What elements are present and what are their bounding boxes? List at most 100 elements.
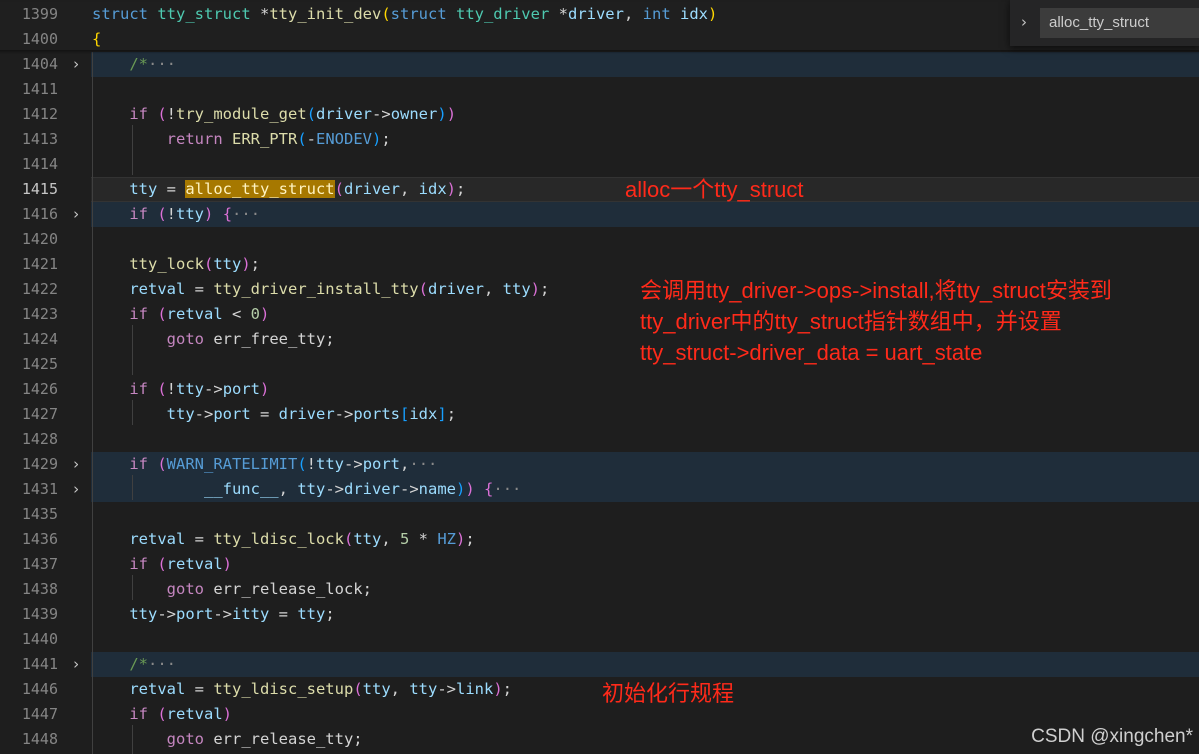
line-number: 1431 xyxy=(21,480,58,498)
fold-chevron-icon[interactable]: › xyxy=(66,652,86,677)
code-token: if xyxy=(92,705,158,723)
code-token: retval xyxy=(166,705,223,723)
line-number: 1438 xyxy=(21,580,58,598)
code-line[interactable]: 1431 › __func__, tty->driver->name)) {··· xyxy=(0,477,1199,502)
fold-chevron-icon[interactable]: › xyxy=(66,52,86,77)
code-line[interactable]: 1448 goto err_release_tty; xyxy=(0,727,1199,752)
code-text: if (!tty->port) xyxy=(92,377,269,402)
code-token: ) xyxy=(372,130,382,148)
code-token: ( xyxy=(343,530,354,548)
code-line[interactable]: 1420 xyxy=(0,227,1199,252)
code-token: , xyxy=(399,180,419,198)
code-line[interactable]: 1440 xyxy=(0,627,1199,652)
code-token: { xyxy=(222,205,233,223)
code-line[interactable]: 1414 xyxy=(0,152,1199,177)
code-token: ··· xyxy=(232,205,261,223)
line-number: 1416 xyxy=(21,205,58,223)
code-token: err_release_tty; xyxy=(213,730,363,748)
code-line[interactable]: 1426 if (!tty->port) xyxy=(0,377,1199,402)
code-token: tty xyxy=(409,680,438,698)
fold-chevron-icon[interactable]: › xyxy=(66,452,86,477)
code-line[interactable]: 1436 retval = tty_ldisc_lock(tty, 5 * HZ… xyxy=(0,527,1199,552)
line-background xyxy=(91,427,1199,452)
code-line[interactable]: 1447 if (retval) xyxy=(0,702,1199,727)
code-line[interactable]: 1428 xyxy=(0,427,1199,452)
code-token: ) xyxy=(222,705,233,723)
code-text: if (retval) xyxy=(92,552,232,577)
code-token: , xyxy=(381,530,400,548)
code-text: if (!try_module_get(driver->owner)) xyxy=(92,102,456,127)
code-token: ; xyxy=(325,605,335,623)
code-token: tty_lock xyxy=(92,255,204,273)
code-token: owner xyxy=(390,105,438,123)
code-token: struct xyxy=(390,5,456,23)
code-line[interactable]: 1438 goto err_release_lock; xyxy=(0,577,1199,602)
code-line[interactable]: 1446 retval = tty_ldisc_setup(tty, tty->… xyxy=(0,677,1199,702)
code-line[interactable]: 1416 › if (!tty) {··· xyxy=(0,202,1199,227)
code-token: tty xyxy=(297,605,326,623)
code-editor[interactable]: 1399 struct tty_struct *tty_init_dev(stru… xyxy=(0,0,1199,754)
code-line[interactable]: 1421 tty_lock(tty); xyxy=(0,252,1199,277)
code-text: tty = alloc_tty_struct(driver, idx); xyxy=(92,177,465,202)
line-background xyxy=(91,652,1199,677)
code-token: -> xyxy=(372,105,391,123)
code-token: ) xyxy=(222,555,233,573)
annotation-alloc: alloc一个tty_struct xyxy=(625,177,804,202)
code-token: ! xyxy=(166,380,177,398)
code-token: ) xyxy=(446,105,457,123)
line-number: 1414 xyxy=(21,155,58,173)
code-text: goto err_release_lock; xyxy=(92,577,372,602)
code-token: link xyxy=(456,680,494,698)
find-widget: › alloc_tty_struct xyxy=(1010,0,1199,46)
code-token: itty xyxy=(232,605,270,623)
code-token: 0 xyxy=(250,305,261,323)
code-line[interactable]: 1404 › /*··· xyxy=(0,52,1199,77)
code-token: -> xyxy=(437,680,456,698)
code-token: ( xyxy=(157,205,167,223)
line-number: 1422 xyxy=(21,280,58,298)
code-token: -> xyxy=(399,480,419,498)
code-token: retval xyxy=(92,680,186,698)
code-line[interactable]: 1429 › if (WARN_RATELIMIT(!tty->port,··· xyxy=(0,452,1199,477)
code-token: { xyxy=(484,480,494,498)
code-line[interactable]: 1439 tty->port->itty = tty; xyxy=(0,602,1199,627)
code-line[interactable]: 1413 return ERR_PTR(-ENODEV); xyxy=(0,127,1199,152)
code-token: ! xyxy=(166,205,177,223)
code-token: goto xyxy=(92,330,214,348)
code-token: ( xyxy=(297,455,307,473)
line-number: 1400 xyxy=(21,30,58,48)
code-token: ( xyxy=(381,5,391,23)
line-background xyxy=(91,502,1199,527)
code-token: tty xyxy=(316,455,345,473)
code-line[interactable]: 1441 › /*··· xyxy=(0,652,1199,677)
fold-chevron-icon[interactable]: › xyxy=(66,202,86,227)
code-token: driver xyxy=(278,405,335,423)
code-token: ) xyxy=(456,530,466,548)
code-token: ··· xyxy=(148,655,176,673)
line-number: 1421 xyxy=(21,255,58,273)
code-text: if (!tty) {··· xyxy=(92,202,260,227)
code-line[interactable]: 1411 xyxy=(0,77,1199,102)
code-token: ) xyxy=(260,305,270,323)
code-line[interactable]: 1412 if (!try_module_get(driver->owner)) xyxy=(0,102,1199,127)
code-token: tty xyxy=(92,180,158,198)
code-line[interactable]: 1435 xyxy=(0,502,1199,527)
fold-chevron-icon[interactable]: › xyxy=(66,477,86,502)
code-line[interactable]: 1415 tty = alloc_tty_struct(driver, idx)… xyxy=(0,177,1199,202)
code-token: tty_driver_install_tty xyxy=(213,280,419,298)
line-number: 1413 xyxy=(21,130,58,148)
code-line[interactable]: 1427 tty->port = driver->ports[idx]; xyxy=(0,402,1199,427)
code-token: port xyxy=(213,405,251,423)
find-input[interactable]: alloc_tty_struct xyxy=(1040,8,1199,38)
code-token: * xyxy=(549,5,568,23)
code-token: if xyxy=(92,305,158,323)
code-token: ) xyxy=(493,680,503,698)
code-token: err_free_tty; xyxy=(213,330,335,348)
code-line[interactable]: 1437 if (retval) xyxy=(0,552,1199,577)
code-token: ) xyxy=(437,105,447,123)
annotation-ldisc: 初始化行规程 xyxy=(602,681,735,706)
chevron-right-icon[interactable]: › xyxy=(1016,11,1032,33)
code-token: tty_struct xyxy=(157,5,251,23)
line-number: 1411 xyxy=(21,80,58,98)
